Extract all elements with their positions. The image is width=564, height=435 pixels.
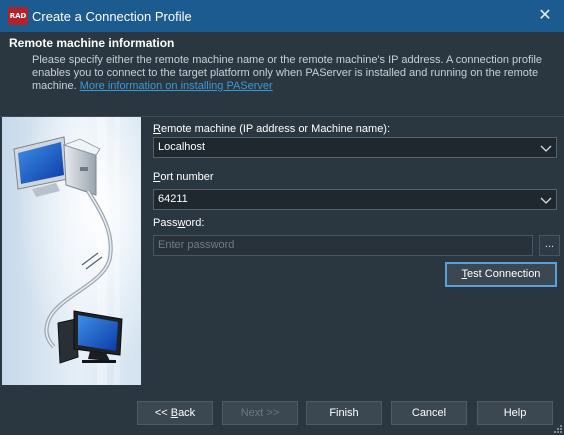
computer-illustration: [2, 117, 141, 385]
close-button[interactable]: ✕: [532, 4, 558, 28]
connected-computers-illustration: [2, 117, 141, 385]
paserver-info-link[interactable]: More information on installing PAServer: [80, 80, 273, 92]
remote-machine-combo[interactable]: Localhost: [153, 137, 557, 158]
next-button: Next >>: [222, 401, 298, 425]
app-logo-icon: RAD: [8, 7, 28, 25]
password-label: Password:: [153, 217, 205, 229]
page-title: Remote machine information: [9, 36, 175, 50]
cancel-button[interactable]: Cancel: [391, 401, 467, 425]
password-field[interactable]: Enter password: [153, 235, 533, 256]
finish-button[interactable]: Finish: [306, 401, 382, 425]
page-description: Please specify either the remote machine…: [32, 54, 552, 93]
dropdown-chevron-icon[interactable]: [540, 142, 552, 154]
password-browse-button[interactable]: ...: [539, 235, 560, 256]
close-icon: ✕: [538, 7, 552, 24]
wizard-header: Remote machine information Please specif…: [0, 32, 564, 116]
port-number-combo[interactable]: 64211: [153, 189, 557, 210]
port-number-value[interactable]: 64211: [158, 193, 188, 205]
resize-grip-icon[interactable]: [552, 423, 562, 433]
back-button[interactable]: << Back: [137, 401, 213, 425]
remote-machine-label: Remote machine (IP address or Machine na…: [153, 123, 391, 135]
remote-machine-value[interactable]: Localhost: [158, 141, 205, 153]
help-button[interactable]: Help: [477, 401, 553, 425]
password-placeholder[interactable]: Enter password: [158, 239, 234, 251]
title-bar: RAD Create a Connection Profile ✕: [0, 0, 564, 32]
port-number-label: Port number: [153, 171, 214, 183]
test-connection-button[interactable]: Test Connection: [445, 262, 557, 287]
window-title: Create a Connection Profile: [32, 9, 192, 24]
dropdown-chevron-icon[interactable]: [540, 194, 552, 206]
